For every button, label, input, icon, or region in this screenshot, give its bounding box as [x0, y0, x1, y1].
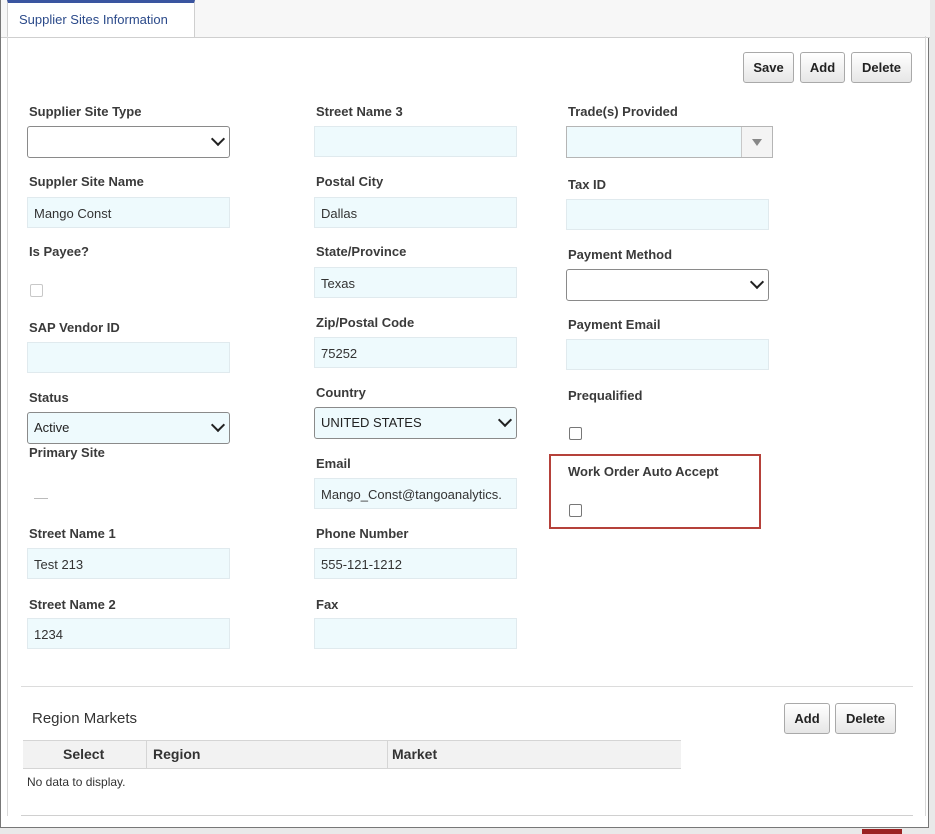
phone-number-field[interactable]: 555-121-1212 — [314, 548, 517, 579]
email-field[interactable]: Mango_Const@tangoanalytics. — [314, 478, 517, 509]
column-separator — [387, 741, 388, 768]
state-province-label: State/Province — [316, 244, 407, 259]
column-header-market[interactable]: Market — [392, 746, 437, 762]
supplier-site-name-label: Suppler Site Name — [29, 174, 144, 189]
supplier-site-type-select[interactable] — [27, 126, 230, 158]
trades-provided-combobox[interactable] — [566, 126, 773, 158]
chevron-down-icon — [210, 131, 226, 147]
work-order-auto-accept-checkbox[interactable] — [569, 504, 582, 517]
street-name-2-label: Street Name 2 — [29, 597, 116, 612]
region-markets-add-button[interactable]: Add — [784, 703, 830, 734]
section-divider — [21, 686, 913, 687]
prequalified-checkbox[interactable] — [569, 427, 582, 440]
region-markets-title: Region Markets — [32, 710, 138, 727]
zip-postal-code-field[interactable]: 75252 — [314, 337, 517, 368]
status-label: Status — [29, 390, 69, 405]
status-select[interactable]: Active — [27, 412, 230, 444]
status-value: Active — [34, 420, 70, 435]
sap-vendor-id-field[interactable] — [27, 342, 230, 373]
fax-label: Fax — [316, 597, 339, 612]
zip-postal-code-label: Zip/Postal Code — [316, 315, 415, 330]
fax-field[interactable] — [314, 618, 517, 649]
supplier-site-name-field[interactable]: Mango Const — [27, 197, 230, 228]
chevron-down-icon — [749, 274, 765, 290]
supplier-sites-panel: Supplier Sites Information Save Add Dele… — [0, 0, 930, 828]
is-payee-checkbox[interactable] — [30, 284, 43, 297]
supplier-site-type-label: Supplier Site Type — [29, 104, 142, 119]
country-label: Country — [316, 385, 366, 400]
region-markets-table-header: Select Region Market — [23, 740, 681, 769]
tax-id-field[interactable] — [566, 199, 769, 230]
email-label: Email — [316, 456, 351, 471]
payment-email-field[interactable] — [566, 339, 769, 370]
primary-site-empty-value — [34, 498, 48, 499]
column-separator — [146, 741, 147, 768]
payment-method-label: Payment Method — [568, 247, 673, 262]
is-payee-label: Is Payee? — [29, 244, 89, 259]
tax-id-label: Tax ID — [568, 177, 607, 192]
postal-city-label: Postal City — [316, 174, 384, 189]
empty-table-message: No data to display. — [27, 775, 126, 789]
red-marker — [862, 829, 902, 834]
country-value: UNITED STATES — [321, 415, 422, 430]
panel-bottom-border — [21, 815, 913, 816]
column-header-select[interactable]: Select — [63, 746, 104, 762]
street-name-1-label: Street Name 1 — [29, 526, 116, 541]
street-name-1-field[interactable]: Test 213 — [27, 548, 230, 579]
street-name-2-field[interactable]: 1234 — [27, 618, 230, 649]
triangle-down-icon — [752, 139, 762, 146]
add-button[interactable]: Add — [800, 52, 845, 83]
region-markets-delete-button[interactable]: Delete — [835, 703, 896, 734]
state-province-field[interactable]: Texas — [314, 267, 517, 298]
payment-email-label: Payment Email — [568, 317, 661, 332]
street-name-3-label: Street Name 3 — [316, 104, 403, 119]
trades-provided-label: Trade(s) Provided — [568, 104, 678, 119]
save-button[interactable]: Save — [743, 52, 794, 83]
chevron-down-icon — [210, 417, 226, 433]
chevron-down-icon — [497, 412, 513, 428]
sap-vendor-id-label: SAP Vendor ID — [29, 320, 120, 335]
work-order-auto-accept-label: Work Order Auto Accept — [568, 464, 719, 479]
tab-supplier-sites-information[interactable]: Supplier Sites Information — [7, 0, 195, 37]
phone-number-label: Phone Number — [316, 526, 409, 541]
column-header-region[interactable]: Region — [153, 746, 200, 762]
payment-method-select[interactable] — [566, 269, 769, 301]
dropdown-arrow-button[interactable] — [741, 127, 772, 157]
delete-button[interactable]: Delete — [851, 52, 912, 83]
street-name-3-field[interactable] — [314, 126, 517, 157]
prequalified-label: Prequalified — [568, 388, 643, 403]
primary-site-label: Primary Site — [29, 445, 105, 460]
postal-city-field[interactable]: Dallas — [314, 197, 517, 228]
tab-bar: Supplier Sites Information — [1, 0, 930, 38]
country-select[interactable]: UNITED STATES — [314, 407, 517, 439]
